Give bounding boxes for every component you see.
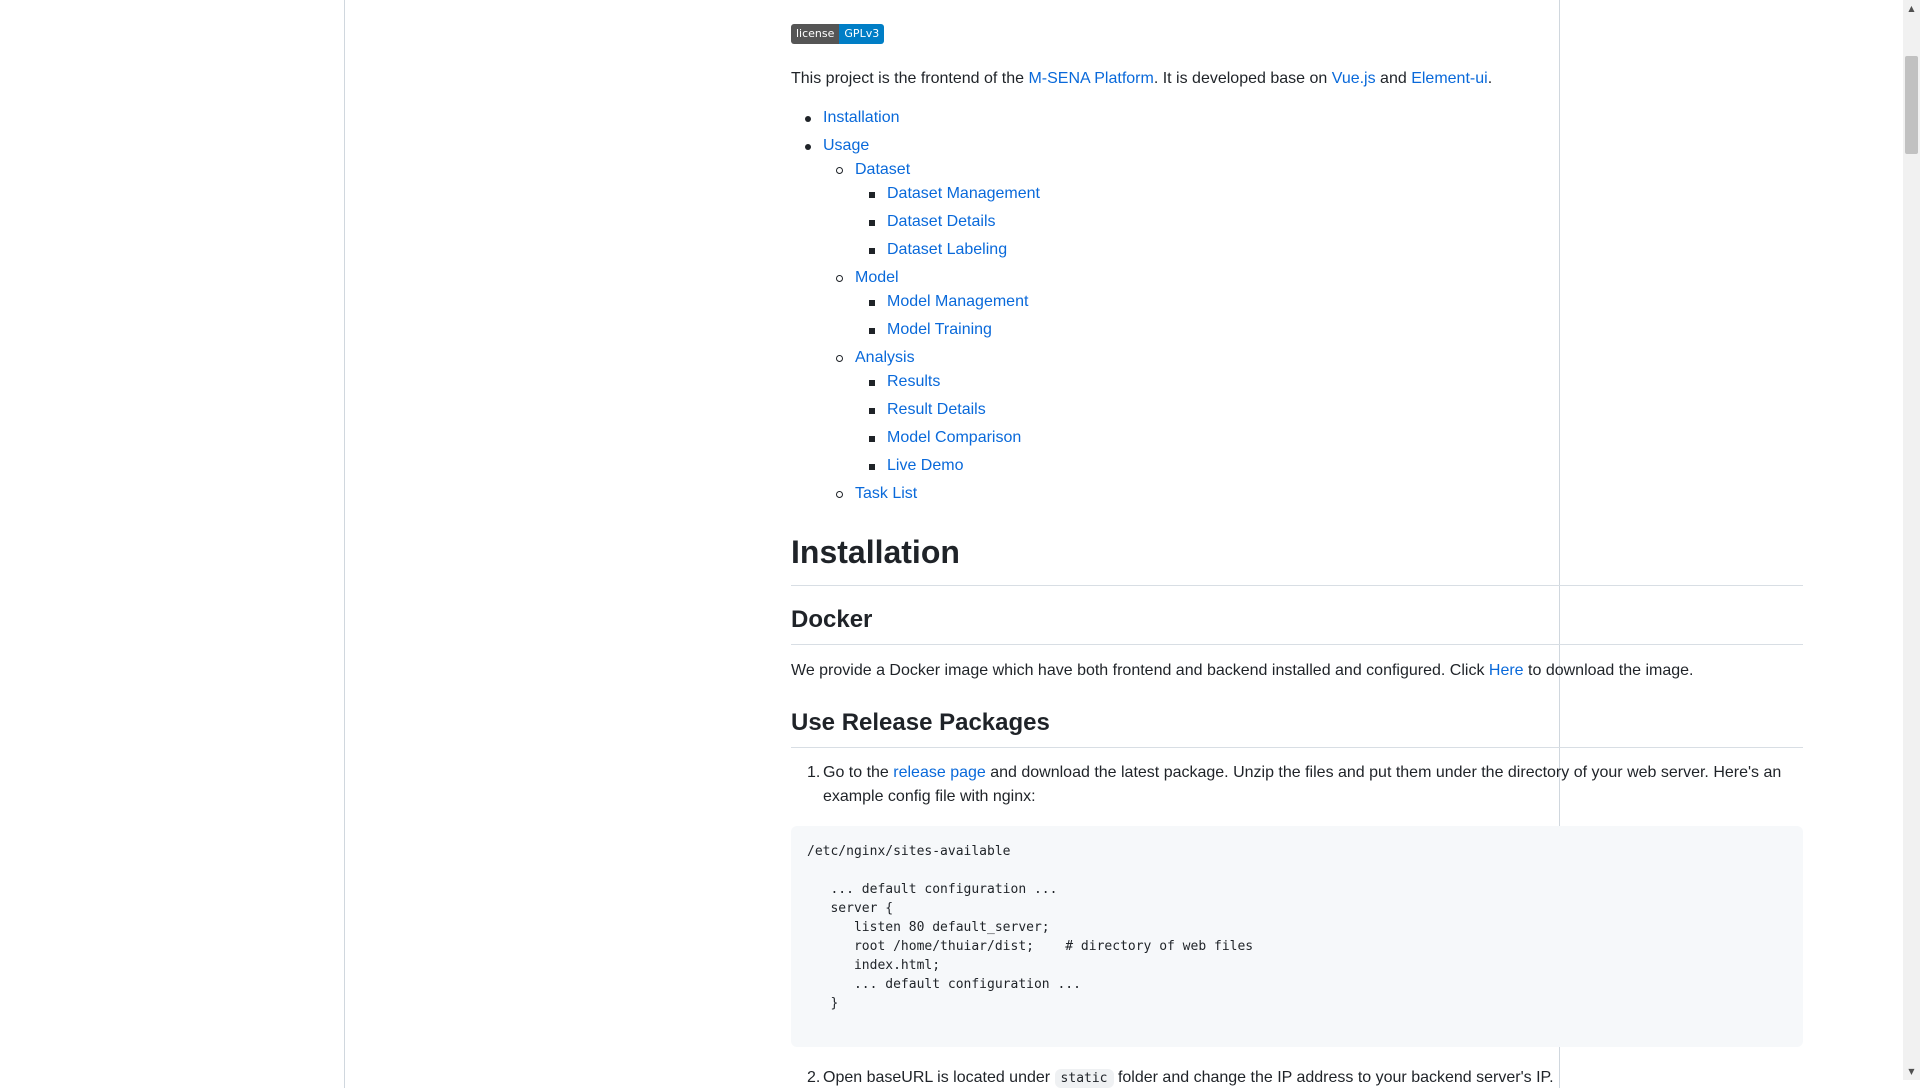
toc-item-dataset-labeling: Dataset Labeling [855, 238, 1040, 262]
vuejs-link[interactable]: Vue.js [1332, 70, 1376, 87]
m-sena-platform-link[interactable]: M-SENA Platform [1028, 70, 1153, 87]
toc-usage-sublist: Dataset Dataset Management Dataset Detai… [823, 158, 1040, 506]
intro-paragraph: This project is the frontend of the M-SE… [791, 67, 1492, 91]
step-2-item: 2. Open baseURL is located under static … [791, 1066, 1803, 1091]
step-2-text-prefix: Open baseURL is located under [823, 1069, 1055, 1086]
intro-text: This project is the frontend of the [791, 70, 1029, 87]
license-badge-label: license [791, 24, 840, 44]
step-1-item: 1. Go to the release page and download t… [791, 761, 1803, 809]
toc-link-model-management[interactable]: Model Management [887, 293, 1028, 310]
step-1-text: Go to the release page and download the … [823, 761, 1803, 809]
step-2-text: Open baseURL is located under static fol… [823, 1066, 1803, 1091]
toc-item-installation: Installation [791, 106, 1040, 130]
nginx-config-code-block[interactable]: /etc/nginx/sites-available ... default c… [791, 826, 1803, 1047]
toc-link-results[interactable]: Results [887, 373, 940, 390]
toc-link-task-list[interactable]: Task List [855, 485, 917, 502]
scrollbar-thumb[interactable] [1905, 56, 1918, 154]
toc-link-dataset[interactable]: Dataset [855, 161, 910, 178]
toc-link-analysis[interactable]: Analysis [855, 349, 915, 366]
toc-item-dataset: Dataset Dataset Management Dataset Detai… [823, 158, 1040, 262]
docker-heading: Docker [791, 602, 1803, 645]
intro-text: . It is developed base on [1153, 70, 1332, 87]
toc-link-dataset-details[interactable]: Dataset Details [887, 213, 996, 230]
toc-item-model-comparison: Model Comparison [855, 426, 1040, 450]
toc-item-model: Model Model Management Model Training [823, 266, 1040, 342]
toc-link-usage[interactable]: Usage [823, 137, 869, 154]
scroll-up-arrow-icon[interactable]: ▲ [1903, 0, 1920, 17]
toc-item-dataset-details: Dataset Details [855, 210, 1040, 234]
step-2-number: 2. [807, 1069, 821, 1086]
toc-link-dataset-management[interactable]: Dataset Management [887, 185, 1040, 202]
release-page-link[interactable]: release page [893, 764, 986, 781]
license-badge[interactable]: license GPLv3 [791, 24, 885, 44]
toc-model-sublist: Model Management Model Training [855, 290, 1040, 342]
intro-text: and [1375, 70, 1412, 87]
toc-link-live-demo[interactable]: Live Demo [887, 457, 963, 474]
docker-text: We provide a Docker image which have bot… [791, 662, 1489, 679]
release-packages-heading: Use Release Packages [791, 705, 1803, 748]
toc-item-result-details: Result Details [855, 398, 1040, 422]
table-of-contents: Installation Usage Dataset Dataset Manag… [791, 106, 1040, 510]
toc-item-results: Results [855, 370, 1040, 394]
toc-link-result-details[interactable]: Result Details [887, 401, 986, 418]
intro-text: . [1487, 70, 1493, 87]
static-folder-code: static [1054, 1069, 1114, 1088]
toc-link-model-training[interactable]: Model Training [887, 321, 992, 338]
installation-heading: Installation [791, 528, 1803, 586]
vertical-scrollbar[interactable]: ▲ ▼ [1903, 0, 1920, 1080]
toc-item-task-list: Task List [823, 482, 1040, 506]
toc-item-model-training: Model Training [855, 318, 1040, 342]
docker-download-link[interactable]: Here [1489, 662, 1524, 679]
toc-item-dataset-management: Dataset Management [855, 182, 1040, 206]
toc-item-model-management: Model Management [855, 290, 1040, 314]
toc-item-usage: Usage Dataset Dataset Management Dataset… [791, 134, 1040, 506]
toc-link-model-comparison[interactable]: Model Comparison [887, 429, 1021, 446]
scroll-down-arrow-icon[interactable]: ▼ [1903, 1063, 1920, 1080]
toc-link-installation[interactable]: Installation [823, 109, 900, 126]
toc-item-live-demo: Live Demo [855, 454, 1040, 478]
license-badge-value: GPLv3 [839, 24, 885, 44]
toc-analysis-sublist: Results Result Details Model Comparison … [855, 370, 1040, 478]
toc-link-dataset-labeling[interactable]: Dataset Labeling [887, 241, 1007, 258]
element-ui-link[interactable]: Element-ui [1411, 70, 1487, 87]
readme-container: license GPLv3 This project is the fronte… [344, 0, 1803, 1088]
step-1-text-prefix: Go to the [823, 764, 894, 781]
docker-paragraph: We provide a Docker image which have bot… [791, 659, 1693, 683]
toc-dataset-sublist: Dataset Management Dataset Details Datas… [855, 182, 1040, 262]
step-1-number: 1. [807, 764, 821, 781]
docker-text: to download the image. [1523, 662, 1694, 679]
toc-item-analysis: Analysis Results Result Details Model Co… [823, 346, 1040, 478]
nginx-config-code: /etc/nginx/sites-available ... default c… [807, 844, 1254, 1011]
toc-link-model[interactable]: Model [855, 269, 899, 286]
step-2-text-suffix: folder and change the IP address to your… [1113, 1069, 1554, 1086]
